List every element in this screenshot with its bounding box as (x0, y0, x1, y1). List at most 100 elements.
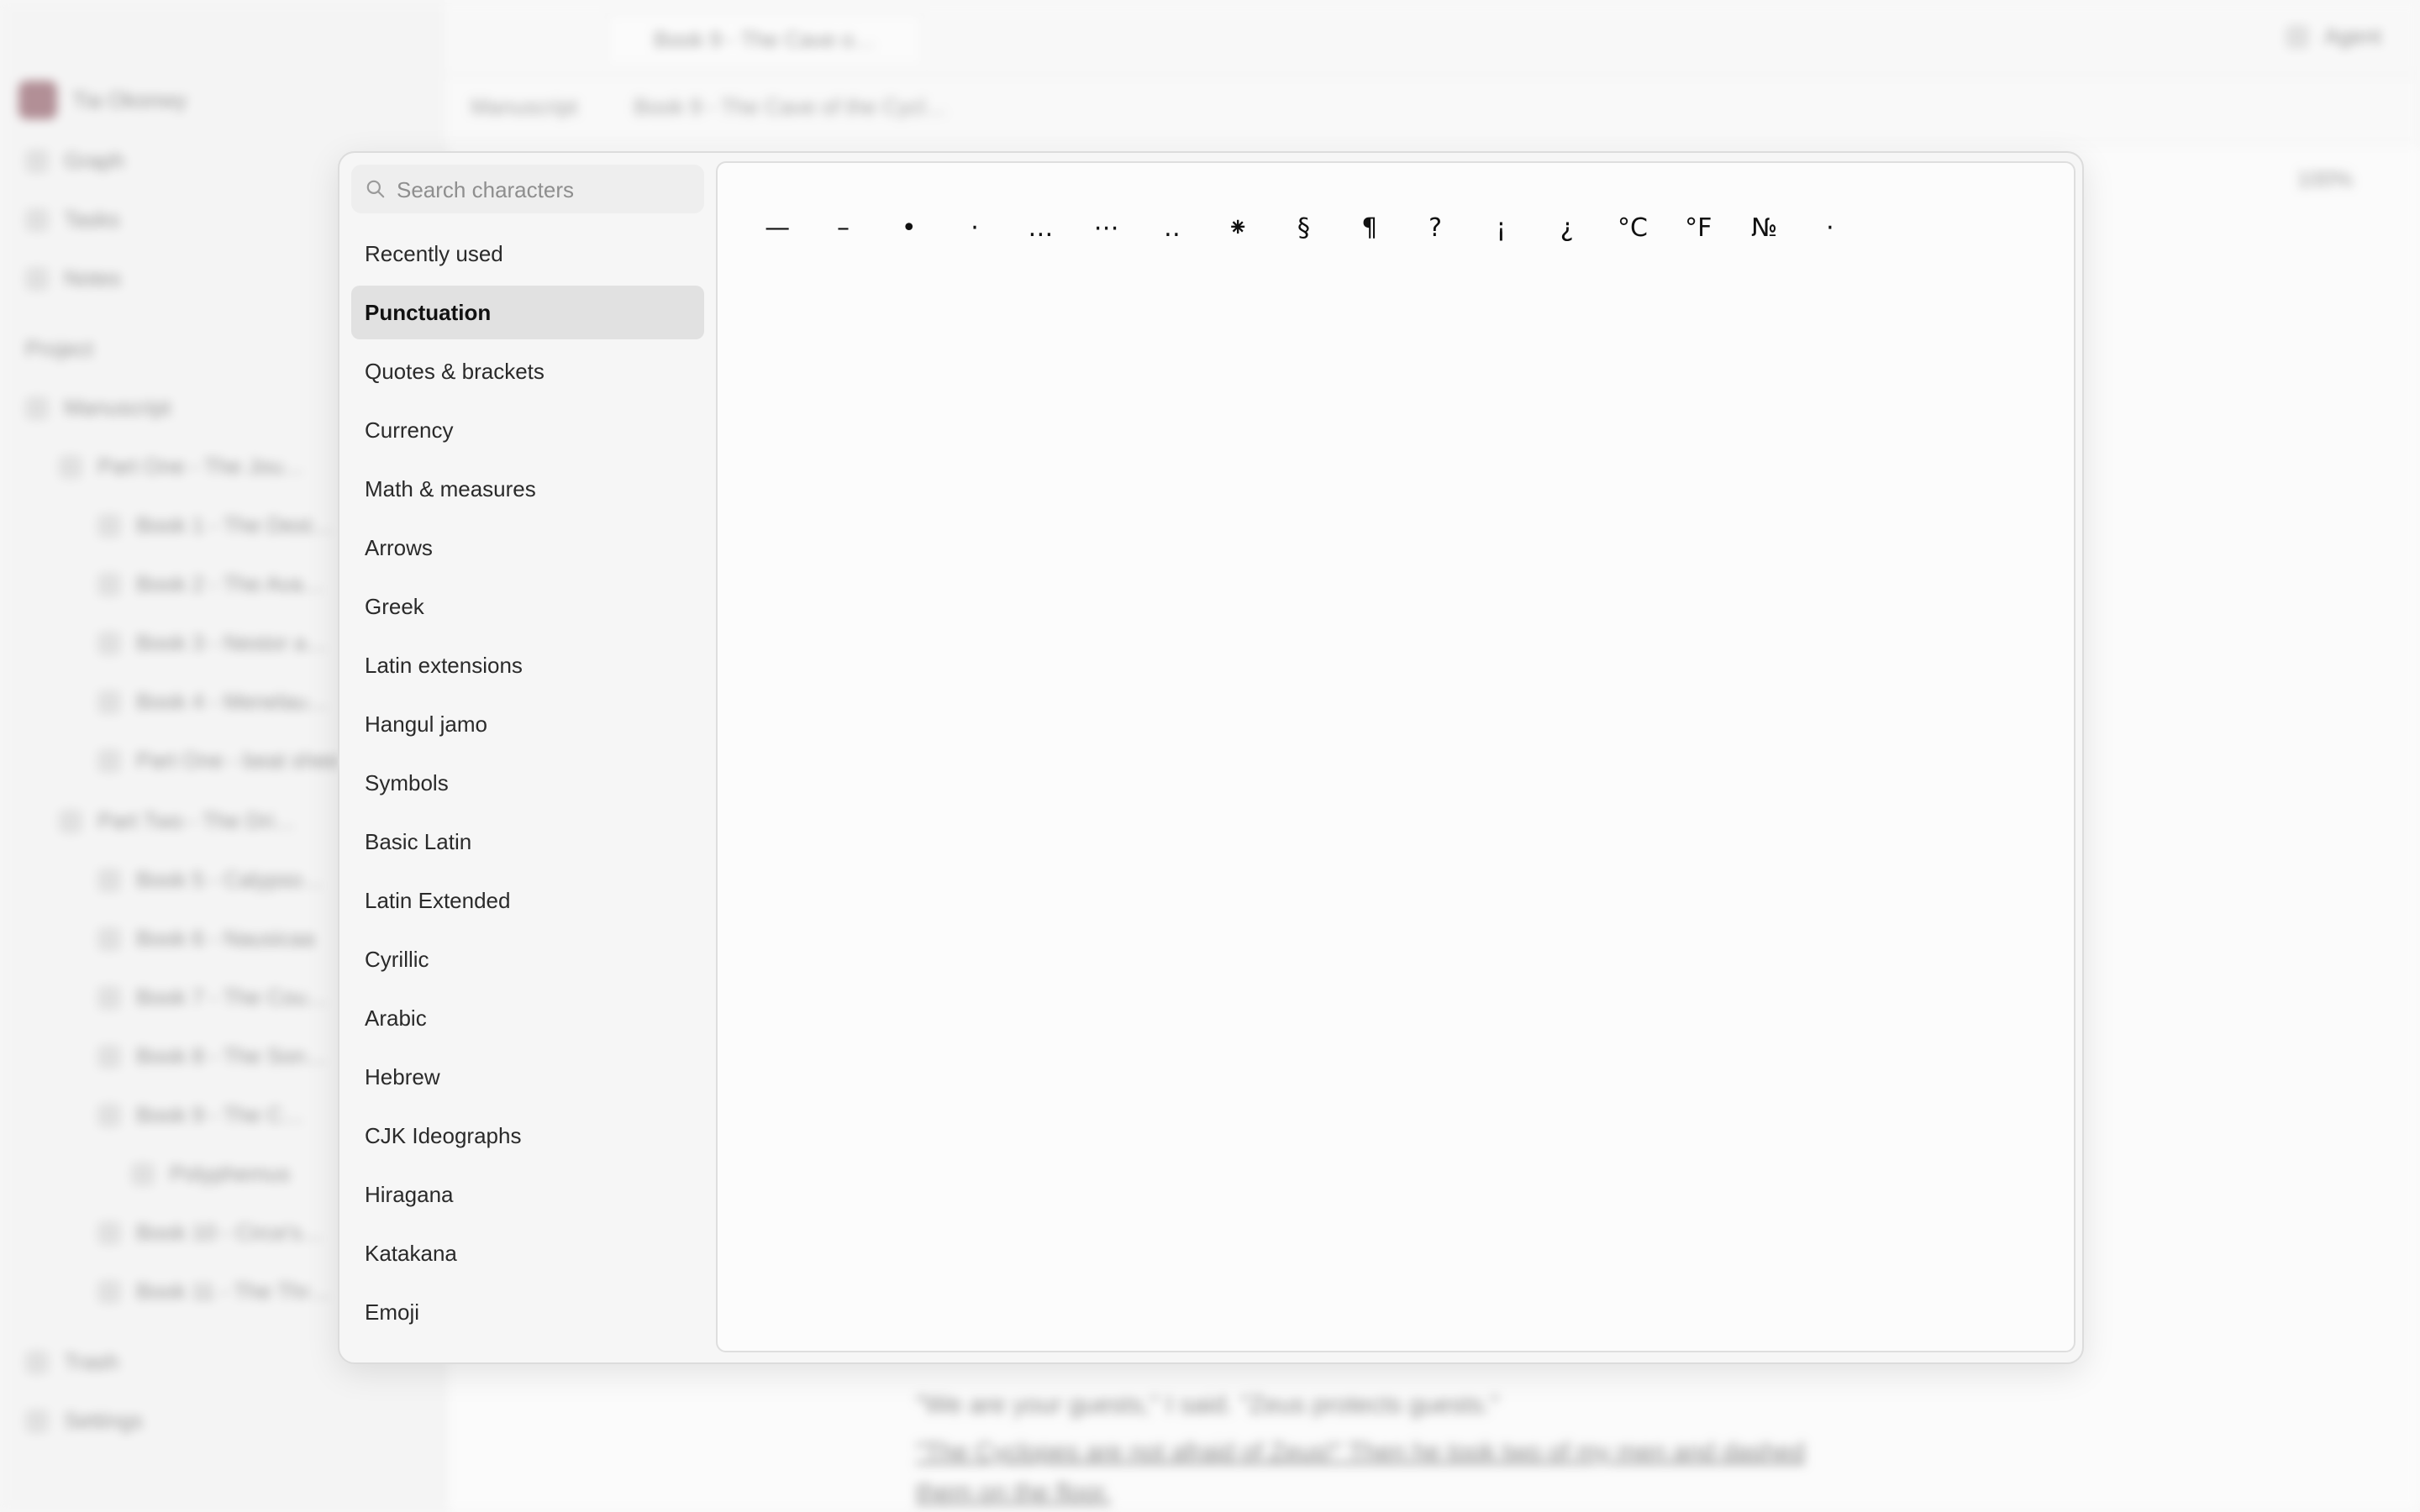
doc-icon (97, 985, 121, 1010)
glyph-inverted-exclamation[interactable]: ¡ (1468, 195, 1534, 260)
category-punctuation[interactable]: Punctuation (351, 286, 704, 339)
tree-label: Part Two - The Dri… (97, 808, 296, 833)
glyph-degree-fahrenheit[interactable]: °F (1665, 195, 1731, 260)
glyph-degree-celsius[interactable]: °C (1600, 195, 1665, 260)
glyph-en-dash[interactable]: – (810, 195, 876, 260)
tree-item: Part Two - The Dri… (59, 808, 296, 834)
glyph-midline-ellipsis[interactable]: ⋯ (1073, 195, 1139, 260)
tree-label: Book 5 - Calypso… (136, 867, 324, 892)
manuscript-item: Manuscript (25, 395, 171, 421)
breadcrumb: Manuscript Book 9 - The Cave of the Cycl… (471, 94, 947, 120)
category-symbols[interactable]: Symbols (351, 756, 704, 810)
glyph-em-dash[interactable]: — (744, 195, 810, 260)
glyph-middle-dot[interactable]: · (942, 195, 1007, 260)
tree-item: Book 10 - Circe's… (97, 1220, 324, 1246)
breadcrumb-current: Book 9 - The Cave of the Cycl… (634, 94, 947, 119)
doc-icon (59, 454, 82, 479)
tree-label: Book 9 - The C… (136, 1102, 305, 1127)
doc-icon (97, 1279, 121, 1304)
category-latin-extensions[interactable]: Latin extensions (351, 638, 704, 692)
tree-item: Book 6 - Nausicaa (97, 926, 314, 952)
category-cjk-ideographs[interactable]: CJK Ideographs (351, 1109, 704, 1163)
tree-item: Book 4 - Menelau… (97, 689, 329, 715)
glyph-flower-punctuation[interactable]: ⁕ (1205, 195, 1270, 260)
tree-label: Book 6 - Nausicaa (136, 926, 315, 951)
trash-label: Trash (64, 1349, 119, 1374)
category-greek[interactable]: Greek (351, 580, 704, 633)
manuscript-label: Manuscript (64, 395, 171, 420)
doc-icon (59, 809, 82, 833)
search-icon (366, 180, 385, 198)
glyph-interpunct[interactable]: · (1797, 195, 1863, 260)
graph-icon (25, 149, 49, 173)
settings-label: Settings (64, 1408, 143, 1433)
doc-icon (97, 868, 121, 892)
nav-label: Tasks (64, 207, 120, 232)
nav-label: Graph (64, 148, 125, 173)
tree-label: Book 2 - The Ava… (136, 571, 325, 596)
tree-label: Book 1 - The Dest… (136, 512, 334, 538)
search-box[interactable] (351, 165, 704, 213)
glyph-two-dot-leader[interactable]: ‥ (1139, 195, 1205, 260)
category-emoji[interactable]: Emoji (351, 1285, 704, 1339)
tree-item: Part One - beat shee (97, 748, 339, 774)
category-katakana[interactable]: Katakana (351, 1226, 704, 1280)
doc-icon (97, 513, 121, 538)
category-cyrillic[interactable]: Cyrillic (351, 932, 704, 986)
doc-icon (97, 1044, 121, 1068)
zoom-level: 100% (2296, 166, 2354, 192)
category-math-measures[interactable]: Math & measures (351, 462, 704, 516)
category-hangul-jamo[interactable]: Hangul jamo (351, 697, 704, 751)
tree-label: Book 11 - The Thr… (136, 1278, 332, 1304)
editor-line: "The Cyclopes are not afraid of Zeus!" T… (916, 1438, 1805, 1466)
tree-item: Part One - The Jou… (59, 454, 305, 480)
category-list: Recently used Punctuation Quotes & brack… (351, 227, 704, 1344)
glyph-ellipsis[interactable]: … (1007, 195, 1073, 260)
user-profile: Tia Okonwy (18, 81, 187, 119)
doc-icon (97, 1221, 121, 1245)
tree-item: Book 5 - Calypso… (97, 867, 324, 893)
tree-item: Book 8 - The Son… (97, 1043, 328, 1069)
glyph-bullet[interactable]: • (876, 195, 942, 260)
category-latin-extended[interactable]: Latin Extended (351, 874, 704, 927)
category-basic-latin[interactable]: Basic Latin (351, 815, 704, 869)
nav-notes: Notes (25, 265, 121, 291)
glyph-inverted-question[interactable]: ¿ (1534, 195, 1600, 260)
settings-item: Settings (25, 1408, 143, 1434)
glyph-section-sign[interactable]: § (1270, 195, 1336, 260)
editor-line: "We are your guests," I said. "Zeus prot… (916, 1391, 1500, 1419)
tree-label: Part One - The Jou… (97, 454, 305, 479)
category-arabic[interactable]: Arabic (351, 991, 704, 1045)
tree-label: Book 4 - Menelau… (136, 689, 329, 714)
agent-icon (2286, 24, 2309, 49)
glyph-pilcrow[interactable]: ¶ (1337, 195, 1402, 260)
glyph-numero-sign[interactable]: № (1731, 195, 1797, 260)
project-header: Project (25, 336, 93, 362)
category-recently-used[interactable]: Recently used (351, 227, 704, 281)
glyph-row: — – • · … ⋯ ‥ ⁕ § ¶ ? ¡ ¿ °C °F № · (744, 195, 1863, 260)
glyph-question-mark[interactable]: ? (1402, 195, 1468, 260)
tree-item: Book 2 - The Ava… (97, 571, 325, 597)
category-currency[interactable]: Currency (351, 403, 704, 457)
category-hiragana[interactable]: Hiragana (351, 1168, 704, 1221)
category-hebrew[interactable]: Hebrew (351, 1050, 704, 1104)
doc-icon (97, 748, 121, 773)
trash-item: Trash (25, 1349, 119, 1375)
folder-icon (25, 396, 49, 420)
doc-icon (97, 690, 121, 714)
tree-label: Polyphemus (170, 1161, 291, 1186)
tree-item: Polyphemus (131, 1161, 290, 1187)
document-tab: Book 9 - The Cave o… (605, 12, 924, 62)
trash-icon (25, 1350, 49, 1374)
search-input[interactable] (395, 171, 697, 208)
character-grid: — – • · … ⋯ ‥ ⁕ § ¶ ? ¡ ¿ °C °F № · (716, 161, 2075, 1352)
user-name: Tia Okonwy (72, 87, 187, 113)
category-arrows[interactable]: Arrows (351, 521, 704, 575)
picker-sidebar: Recently used Punctuation Quotes & brack… (351, 165, 704, 1351)
category-quotes-brackets[interactable]: Quotes & brackets (351, 344, 704, 398)
agent-label: Agent (2324, 24, 2381, 49)
gear-icon (25, 1409, 49, 1433)
agent-button: Agent (2286, 24, 2381, 50)
doc-icon (97, 631, 121, 655)
tasks-icon (25, 207, 49, 232)
